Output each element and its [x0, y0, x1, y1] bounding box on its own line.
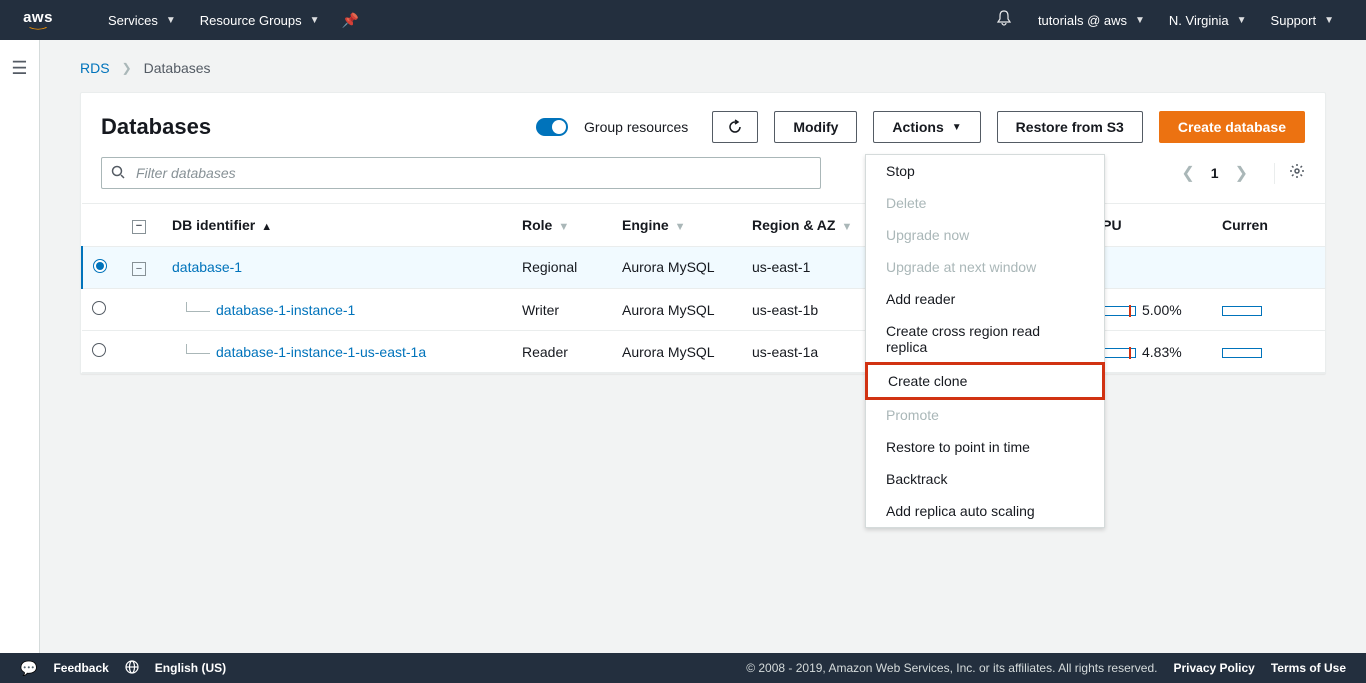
cell-engine: Aurora MySQL	[612, 289, 742, 331]
cell-engine: Aurora MySQL	[612, 331, 742, 373]
cell-role: Regional	[512, 246, 612, 289]
action-create-clone[interactable]: Create clone	[865, 362, 1105, 400]
actions-button[interactable]: Actions ▼	[873, 111, 980, 143]
terms-link[interactable]: Terms of Use	[1271, 661, 1346, 675]
sort-asc-icon: ▲	[261, 221, 272, 233]
radio-select[interactable]	[92, 301, 106, 315]
caret-down-icon: ▼	[1135, 15, 1145, 26]
privacy-link[interactable]: Privacy Policy	[1173, 661, 1254, 675]
aws-logo[interactable]: aws	[20, 10, 56, 30]
nav-account-label: tutorials @ aws	[1038, 13, 1127, 28]
nav-support[interactable]: Support ▼	[1259, 0, 1346, 40]
pager-prev[interactable]: ❮	[1181, 163, 1194, 183]
caret-down-icon: ▼	[1324, 15, 1334, 26]
action-promote: Promote	[866, 399, 1104, 431]
top-navigation: aws Services ▼ Resource Groups ▼ 📌 tutor…	[0, 0, 1366, 40]
radio-select[interactable]	[92, 343, 106, 357]
action-add-replica-auto-scaling[interactable]: Add replica auto scaling	[866, 495, 1104, 527]
copyright: © 2008 - 2019, Amazon Web Services, Inc.…	[746, 661, 1157, 675]
refresh-icon	[727, 119, 743, 135]
pin-icon[interactable]: 📌	[332, 12, 369, 29]
db-link[interactable]: database-1-instance-1-us-east-1a	[216, 344, 426, 360]
db-link[interactable]: database-1-instance-1	[216, 302, 355, 318]
nav-account[interactable]: tutorials @ aws ▼	[1026, 0, 1157, 40]
nav-support-label: Support	[1271, 13, 1317, 28]
chevron-right-icon: ❯	[122, 61, 132, 75]
sidebar-collapsed: ☰	[0, 40, 40, 653]
caret-down-icon: ▼	[310, 15, 320, 26]
collapse-icon[interactable]: −	[132, 262, 146, 276]
pager-next[interactable]: ❯	[1235, 163, 1248, 183]
breadcrumb: RDS ❯ Databases	[80, 60, 1326, 76]
pager: ❮ 1 ❯	[1181, 163, 1305, 184]
action-stop[interactable]: Stop	[866, 155, 1104, 187]
refresh-button[interactable]	[712, 111, 758, 143]
breadcrumb-rds[interactable]: RDS	[80, 60, 110, 76]
aws-logo-text: aws	[23, 10, 53, 25]
group-resources-toggle[interactable]	[536, 118, 568, 136]
footer: 💬 Feedback English (US) © 2008 - 2019, A…	[0, 653, 1366, 683]
databases-panel: Databases Group resources Modify Actions…	[80, 92, 1326, 374]
cell-role: Reader	[512, 331, 612, 373]
databases-table: − DB identifier▲ Role▼ Engine▼ Region & …	[81, 203, 1325, 373]
caret-down-icon: ▼	[166, 15, 176, 26]
radio-select[interactable]	[93, 259, 107, 273]
modify-button[interactable]: Modify	[774, 111, 857, 143]
page-title: Databases	[101, 114, 520, 140]
col-engine[interactable]: Engine▼	[612, 204, 742, 247]
action-upgrade-now: Upgrade now	[866, 219, 1104, 251]
current-bar	[1222, 306, 1262, 316]
action-restore-point-in-time[interactable]: Restore to point in time	[866, 431, 1104, 463]
sort-icon: ▼	[841, 221, 852, 233]
cell-engine: Aurora MySQL	[612, 246, 742, 289]
group-resources-label: Group resources	[584, 119, 688, 135]
action-upgrade-next-window: Upgrade at next window	[866, 251, 1104, 283]
sort-icon: ▼	[675, 221, 686, 233]
feedback-link[interactable]: Feedback	[53, 661, 108, 675]
current-bar	[1222, 348, 1262, 358]
filter-input[interactable]	[101, 157, 821, 189]
aws-smile-icon	[20, 27, 56, 30]
table-row[interactable]: database-1-instance-1-us-east-1a Reader …	[82, 331, 1325, 373]
db-link[interactable]: database-1	[172, 259, 242, 275]
action-create-cross-region-replica[interactable]: Create cross region read replica	[866, 315, 1104, 363]
action-add-reader[interactable]: Add reader	[866, 283, 1104, 315]
collapse-all-icon[interactable]: −	[132, 220, 146, 234]
caret-down-icon: ▼	[1237, 15, 1247, 26]
pager-page: 1	[1211, 165, 1219, 181]
globe-icon	[125, 660, 139, 677]
cell-role: Writer	[512, 289, 612, 331]
col-db-identifier[interactable]: DB identifier▲	[162, 204, 512, 247]
caret-down-icon: ▼	[952, 122, 962, 133]
nav-services-label: Services	[108, 13, 158, 28]
filter-row: ❮ 1 ❯	[81, 157, 1325, 203]
action-delete: Delete	[866, 187, 1104, 219]
search-icon	[111, 165, 125, 182]
action-backtrack[interactable]: Backtrack	[866, 463, 1104, 495]
create-database-button[interactable]: Create database	[1159, 111, 1305, 143]
table-row[interactable]: − database-1 Regional Aurora MySQL us-ea…	[82, 246, 1325, 289]
bell-icon[interactable]	[982, 10, 1026, 31]
feedback-icon: 💬	[20, 660, 37, 677]
nav-services[interactable]: Services ▼	[96, 0, 188, 40]
nav-resource-groups[interactable]: Resource Groups ▼	[188, 0, 332, 40]
main-content: RDS ❯ Databases Databases Group resource…	[40, 40, 1366, 653]
settings-icon[interactable]	[1274, 163, 1305, 184]
hamburger-icon[interactable]: ☰	[11, 58, 27, 79]
nav-resource-groups-label: Resource Groups	[200, 13, 302, 28]
sort-icon: ▼	[558, 221, 569, 233]
nav-region[interactable]: N. Virginia ▼	[1157, 0, 1259, 40]
panel-header: Databases Group resources Modify Actions…	[81, 93, 1325, 157]
restore-from-s3-button[interactable]: Restore from S3	[997, 111, 1143, 143]
nav-region-label: N. Virginia	[1169, 13, 1229, 28]
col-current[interactable]: Curren	[1212, 204, 1325, 247]
language-link[interactable]: English (US)	[155, 661, 226, 675]
actions-dropdown: Stop Delete Upgrade now Upgrade at next …	[865, 154, 1105, 528]
col-role[interactable]: Role▼	[512, 204, 612, 247]
table-row[interactable]: database-1-instance-1 Writer Aurora MySQ…	[82, 289, 1325, 331]
filter-input-wrap	[101, 157, 821, 189]
breadcrumb-databases: Databases	[144, 60, 211, 76]
